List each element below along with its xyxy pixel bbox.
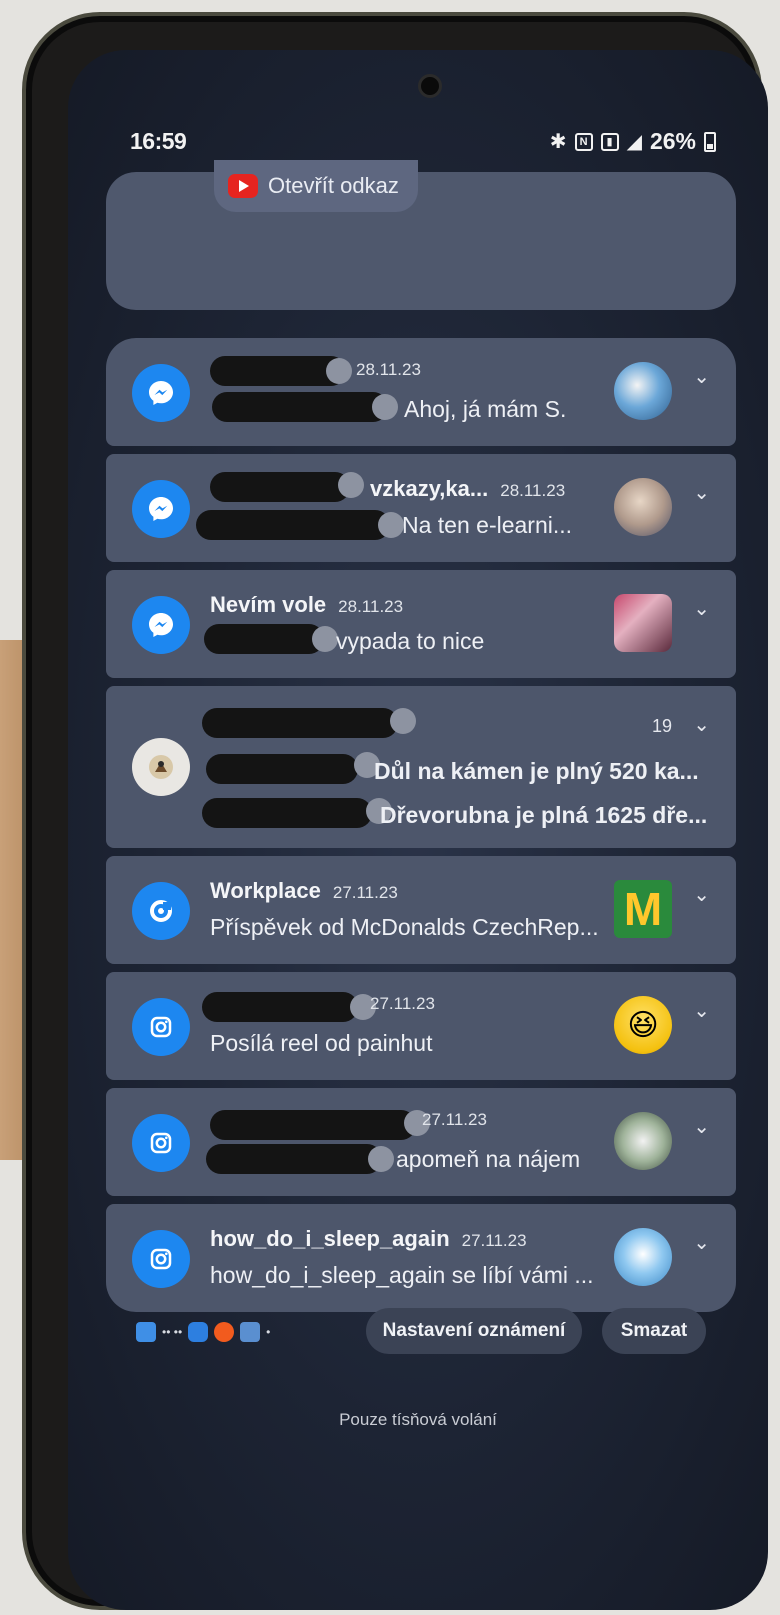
clear-button[interactable]: Smazat — [602, 1308, 706, 1354]
battery-icon — [704, 131, 716, 152]
redaction — [372, 394, 398, 420]
notification-item[interactable]: 27.11.23 Posílá reel od painhut 😆 ⌄ — [106, 972, 736, 1080]
avatar — [614, 1228, 672, 1286]
calendar-icon — [136, 1322, 156, 1342]
notification-item[interactable]: Workplace 27.11.23 Příspěvek od McDonald… — [106, 856, 736, 964]
redaction — [338, 472, 364, 498]
notification-body: Ahoj, já mám S. — [404, 396, 567, 422]
messenger-icon — [132, 364, 190, 422]
redaction — [202, 798, 372, 828]
notification-item[interactable]: 28.11.23 Ahoj, já mám S. ⌄ — [106, 338, 736, 446]
workplace-icon — [132, 882, 190, 940]
notification-body: Posílá reel od painhut — [210, 1030, 433, 1056]
youtube-icon — [228, 174, 258, 198]
notification-title: how_do_i_sleep_again — [210, 1226, 450, 1251]
notification-actions-bar: •• •• • Nastavení oznámení Smazat — [108, 1308, 738, 1358]
notification-line: Dřevorubna je plná 1625 dře... — [380, 802, 708, 828]
notification-count: 19 — [651, 716, 672, 736]
avatar — [614, 478, 672, 536]
notification-date: 28.11.23 — [500, 481, 566, 500]
chevron-down-icon[interactable]: ⌄ — [693, 1114, 710, 1139]
instagram-icon — [132, 998, 190, 1056]
instagram-icon — [132, 1114, 190, 1172]
redaction — [204, 624, 324, 654]
collapsed-app-icons: •• •• • — [136, 1322, 270, 1342]
open-link-button[interactable]: Otevřít odkaz — [214, 160, 418, 212]
notification-date: 28.11.23 — [356, 360, 421, 379]
redaction — [202, 992, 358, 1022]
status-time: 16:59 — [130, 128, 187, 154]
notification-title: Nevím vole — [210, 592, 327, 617]
redaction — [206, 1144, 382, 1174]
status-bar: 16:59 ✱ N ▮ ◢ 26% — [68, 122, 768, 162]
chevron-down-icon[interactable]: ⌄ — [693, 480, 710, 505]
notification-date: 27.11.23 — [422, 1110, 487, 1129]
chevron-down-icon[interactable]: ⌄ — [693, 364, 710, 389]
laughing-emoji-avatar: 😆 — [614, 996, 672, 1054]
redaction — [378, 512, 404, 538]
notification-item[interactable]: vzkazy,ka... 28.11.23 Na ten e-learni...… — [106, 454, 736, 562]
notification-date: 27.11.23 — [370, 994, 435, 1013]
vibrate-icon: ▮ — [600, 132, 619, 151]
redaction — [196, 510, 390, 540]
chevron-down-icon[interactable]: ⌄ — [693, 882, 710, 907]
redaction — [210, 1110, 416, 1140]
open-link-label: Otevřít odkaz — [268, 173, 399, 198]
front-camera — [418, 74, 442, 98]
more-dots-icon: •• •• — [162, 1325, 183, 1339]
messenger-icon — [132, 480, 190, 538]
mcdonalds-logo: M — [614, 880, 672, 938]
notification-date: 27.11.23 — [332, 883, 398, 902]
notification-body: Na ten e-learni... — [402, 512, 573, 538]
signal-icon: ◢ — [626, 131, 642, 153]
redaction — [210, 472, 350, 502]
notification-body: vypada to nice — [336, 628, 485, 654]
notification-item[interactable]: how_do_i_sleep_again 27.11.23 how_do_i_s… — [106, 1204, 736, 1312]
notification-title: vzkazy,ka... — [370, 476, 489, 501]
avatar — [614, 1112, 672, 1170]
reddit-icon — [214, 1322, 235, 1342]
instagram-icon — [132, 1230, 190, 1288]
notification-body: apomeň na nájem — [396, 1146, 581, 1172]
messenger-icon — [132, 596, 190, 654]
redaction — [326, 358, 352, 384]
emergency-calls-only-text: Pouze tísňová volání — [339, 1410, 497, 1429]
instagram-mini-icon — [188, 1322, 209, 1342]
notification-item[interactable]: 19 ⌄ Důl na kámen je plný 520 ka... Dřev… — [106, 686, 736, 848]
notification-line: Důl na kámen je plný 520 ka... — [374, 758, 699, 784]
redaction — [312, 626, 338, 652]
youtube-notification[interactable]: Otevřít odkaz — [106, 160, 736, 310]
redaction — [390, 708, 416, 734]
screen: 16:59 ✱ N ▮ ◢ 26% Otevřít odkaz 28.11.23… — [68, 50, 768, 1610]
notification-list: 28.11.23 Ahoj, já mám S. ⌄ vzkazy,ka... … — [106, 338, 736, 1312]
chevron-down-icon[interactable]: ⌄ — [693, 596, 710, 621]
chevron-down-icon[interactable]: ⌄ — [693, 712, 710, 737]
notification-body: how_do_i_sleep_again se líbí vámi ... — [210, 1262, 594, 1288]
bluetooth-icon: ✱ — [549, 131, 567, 153]
notification-item[interactable]: 27.11.23 apomeň na nájem ⌄ — [106, 1088, 736, 1196]
avatar — [614, 362, 672, 420]
avatar — [614, 594, 672, 652]
phone-frame: 16:59 ✱ N ▮ ◢ 26% Otevřít odkaz 28.11.23… — [22, 12, 768, 1610]
redaction — [368, 1146, 394, 1172]
redaction — [202, 708, 398, 738]
chevron-down-icon[interactable]: ⌄ — [693, 998, 710, 1023]
notification-title: Workplace — [210, 878, 321, 903]
chevron-down-icon[interactable]: ⌄ — [693, 1230, 710, 1255]
redaction — [206, 754, 358, 784]
notification-item[interactable]: Nevím vole 28.11.23 vypada to nice ⌄ — [106, 570, 736, 678]
status-icons: ✱ N ▮ ◢ 26% — [550, 128, 716, 155]
notification-body: Příspěvek od McDonalds CzechRep... — [210, 914, 599, 940]
overflow-dot-icon: • — [266, 1325, 271, 1339]
battery-percent: 26% — [649, 128, 696, 154]
redaction — [212, 392, 388, 422]
notification-settings-button[interactable]: Nastavení oznámení — [366, 1308, 582, 1354]
app-mini-icon — [240, 1322, 261, 1342]
game-app-icon — [132, 738, 190, 796]
nfc-icon: N — [574, 132, 593, 151]
notification-date: 27.11.23 — [461, 1231, 527, 1250]
notification-date: 28.11.23 — [338, 597, 404, 616]
